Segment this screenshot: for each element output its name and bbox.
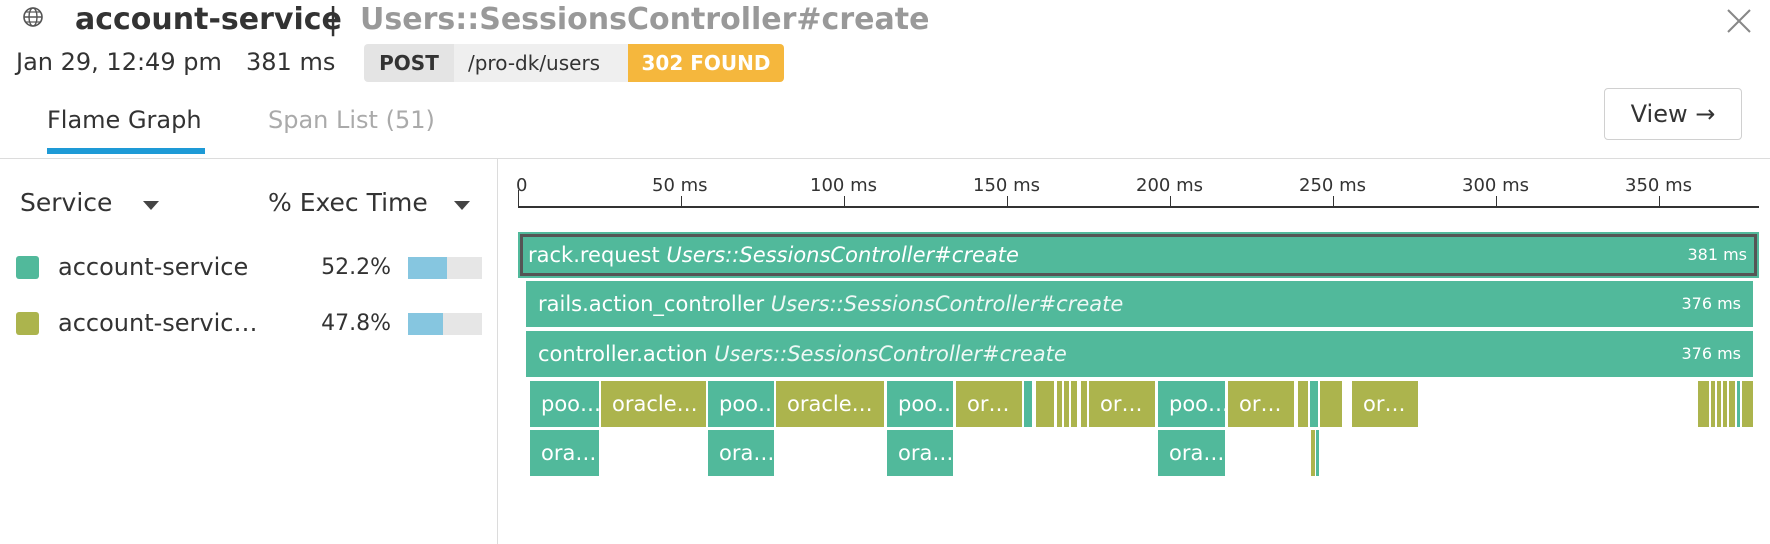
view-button[interactable]: View → bbox=[1604, 88, 1742, 140]
span-controller-action[interactable]: controller.action Users::SessionsControl… bbox=[526, 331, 1753, 377]
axis-tick bbox=[1659, 196, 1660, 208]
span-pool[interactable]: poo… bbox=[530, 381, 599, 427]
span-pool[interactable] bbox=[1024, 381, 1032, 427]
axis-tick-label: 150 ms bbox=[973, 175, 1040, 196]
panel-divider bbox=[497, 159, 498, 544]
span-oracle[interactable]: or… bbox=[1352, 381, 1418, 427]
span-oracle-query[interactable]: ora… bbox=[887, 430, 953, 476]
exec-time-bar-fill bbox=[408, 313, 444, 335]
status-badge: 302 FOUND bbox=[628, 44, 784, 82]
axis-tick bbox=[844, 196, 845, 208]
span-rack-request[interactable]: rack.request Users::SessionsController#c… bbox=[518, 232, 1759, 278]
span-oracle[interactable] bbox=[1064, 381, 1069, 427]
span-oracle[interactable]: or… bbox=[1089, 381, 1155, 427]
span-pool[interactable]: poo… bbox=[887, 381, 953, 427]
time-axis bbox=[518, 206, 1759, 208]
axis-tick-label: 350 ms bbox=[1625, 175, 1692, 196]
span-resource: Users::SessionsController#create bbox=[770, 292, 1124, 316]
span-resource: Users::SessionsController#create bbox=[714, 342, 1067, 366]
axis-tick bbox=[681, 196, 682, 208]
chevron-down-icon[interactable] bbox=[143, 201, 159, 210]
exec-time-sort-dropdown[interactable]: % Exec Time bbox=[268, 188, 428, 217]
span-oracle[interactable] bbox=[1698, 381, 1709, 427]
span-oracle[interactable] bbox=[1036, 381, 1054, 427]
axis-tick bbox=[1333, 196, 1334, 208]
title-separator: | bbox=[328, 2, 339, 37]
span-oracle[interactable] bbox=[1742, 381, 1753, 427]
axis-tick bbox=[1170, 196, 1171, 208]
span-name: rack.request bbox=[528, 243, 660, 267]
span-oracle-query[interactable]: ora… bbox=[530, 430, 599, 476]
span-oracle[interactable] bbox=[1081, 381, 1087, 427]
resource-title: Users::SessionsController#create bbox=[360, 2, 930, 37]
span-pool[interactable]: poo… bbox=[1158, 381, 1225, 427]
axis-tick bbox=[1007, 196, 1008, 208]
header-divider bbox=[0, 158, 1770, 159]
legend-exec-pct: 47.8% bbox=[321, 311, 391, 336]
http-path-badge: /pro-dk/users bbox=[454, 44, 628, 82]
legend-service-name: account-servic… bbox=[58, 309, 258, 337]
span-oracle[interactable] bbox=[1320, 381, 1342, 427]
globe-icon bbox=[23, 7, 43, 27]
span-oracle[interactable]: or… bbox=[956, 381, 1022, 427]
axis-tick-label: 250 ms bbox=[1299, 175, 1366, 196]
axis-tick-label: 200 ms bbox=[1136, 175, 1203, 196]
span-duration: 376 ms bbox=[1681, 294, 1741, 313]
axis-tick bbox=[1496, 196, 1497, 208]
span-oracle[interactable] bbox=[1057, 381, 1062, 427]
span-oracle-query[interactable]: ora… bbox=[708, 430, 774, 476]
axis-tick-label: 300 ms bbox=[1462, 175, 1529, 196]
tab-span-list[interactable]: Span List (51) bbox=[268, 106, 435, 134]
span-oracle-query[interactable] bbox=[1311, 430, 1315, 476]
span-resource: Users::SessionsController#create bbox=[666, 243, 1019, 267]
trace-date: Jan 29, 12:49 pm bbox=[16, 48, 222, 76]
service-title: account-service bbox=[75, 2, 342, 37]
span-duration: 376 ms bbox=[1681, 344, 1741, 363]
span-oracle[interactable] bbox=[1711, 381, 1715, 427]
exec-time-bar-fill bbox=[408, 257, 447, 279]
span-oracle[interactable] bbox=[1723, 381, 1727, 427]
span-duration: 381 ms bbox=[1687, 245, 1747, 264]
service-color-swatch bbox=[16, 256, 39, 279]
axis-tick-label: 50 ms bbox=[652, 175, 708, 196]
span-oracle[interactable]: oracle… bbox=[776, 381, 884, 427]
active-tab-indicator bbox=[47, 148, 205, 154]
legend-exec-pct: 52.2% bbox=[321, 255, 391, 280]
close-icon[interactable] bbox=[1724, 6, 1754, 36]
span-oracle-query[interactable]: ora… bbox=[1158, 430, 1225, 476]
span-oracle[interactable]: oracle… bbox=[601, 381, 706, 427]
span-pool[interactable] bbox=[1310, 381, 1318, 427]
trace-duration: 381 ms bbox=[246, 48, 336, 76]
span-oracle[interactable] bbox=[1729, 381, 1735, 427]
span-oracle[interactable]: or… bbox=[1228, 381, 1294, 427]
span-oracle-query[interactable] bbox=[1316, 430, 1319, 476]
service-sort-dropdown[interactable]: Service bbox=[20, 188, 112, 217]
span-rails-action-controller[interactable]: rails.action_controller Users::SessionsC… bbox=[526, 281, 1753, 327]
span-pool[interactable]: poo… bbox=[708, 381, 774, 427]
axis-tick-label: 100 ms bbox=[810, 175, 877, 196]
service-color-swatch bbox=[16, 312, 39, 335]
span-pool[interactable] bbox=[1737, 381, 1740, 427]
span-name: rails.action_controller bbox=[538, 292, 765, 316]
span-oracle[interactable] bbox=[1071, 381, 1077, 427]
tab-flame-graph[interactable]: Flame Graph bbox=[47, 106, 202, 134]
exec-time-bar bbox=[408, 257, 482, 279]
chevron-down-icon[interactable] bbox=[454, 201, 470, 210]
span-name: controller.action bbox=[538, 342, 708, 366]
span-oracle[interactable] bbox=[1717, 381, 1721, 427]
axis-tick-label: 0 bbox=[516, 175, 528, 196]
span-oracle[interactable] bbox=[1298, 381, 1308, 427]
exec-time-bar bbox=[408, 313, 482, 335]
legend-service-name: account-service bbox=[58, 253, 249, 281]
http-method-badge: POST bbox=[364, 44, 454, 82]
